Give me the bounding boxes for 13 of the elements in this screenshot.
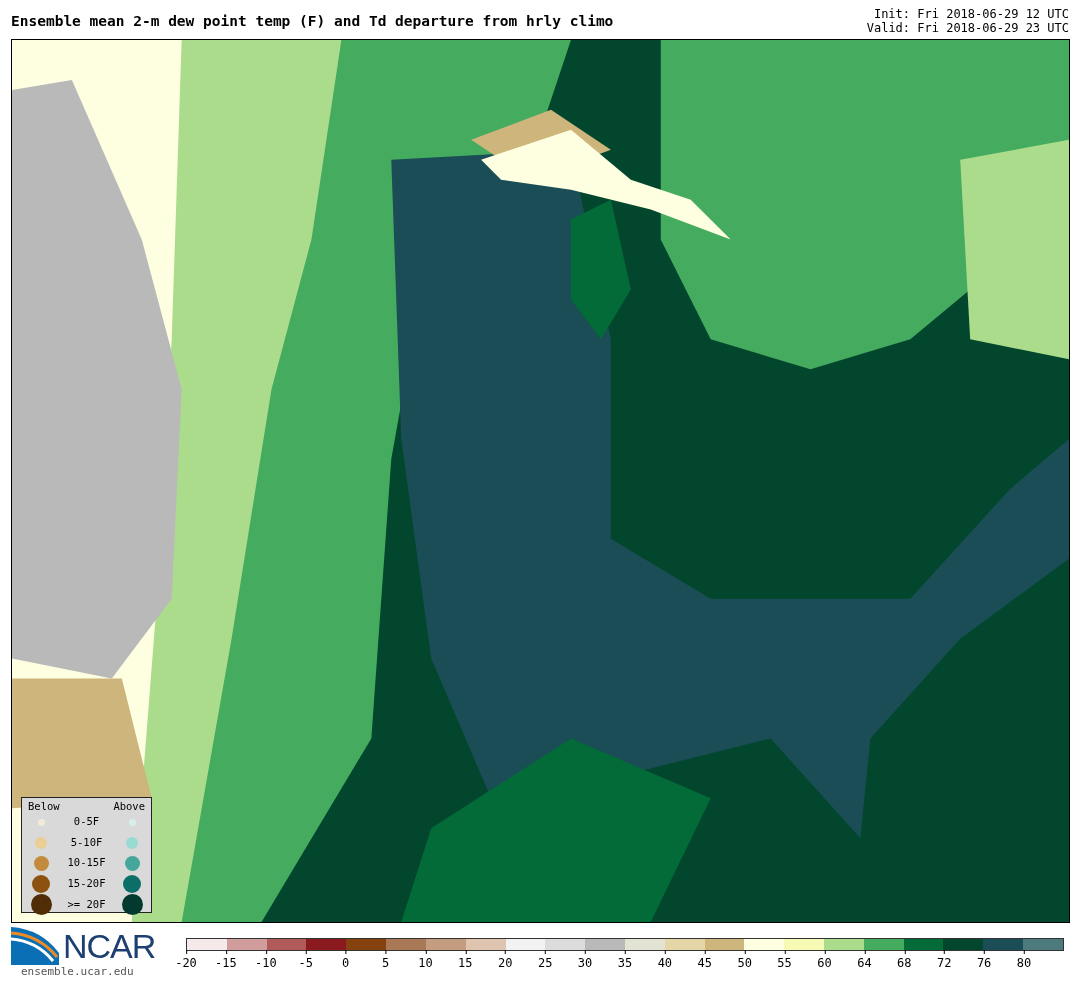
legend-heading: Below	[28, 800, 60, 812]
legend-heading: Above	[113, 800, 145, 812]
swoosh-logo-icon	[11, 927, 59, 965]
init-time: Init: Fri 2018-06-29 12 UTC	[872, 7, 1069, 21]
legend-label: 0-5F	[72, 814, 101, 830]
legend-label: 5-10F	[69, 834, 104, 850]
valid-time: Valid: Fri 2018-06-29 23 UTC	[866, 21, 1069, 35]
legend-label: 10-15F	[66, 855, 107, 871]
logo-text: NCAR	[63, 929, 156, 963]
legend-label: 15-20F	[66, 875, 107, 891]
website-url: ensemble.ucar.edu	[21, 966, 135, 978]
chart-title: Ensemble mean 2-m dew point temp (F) and Td departure from hrly climo	[11, 14, 614, 29]
legend-label: >= 20F	[66, 896, 107, 912]
